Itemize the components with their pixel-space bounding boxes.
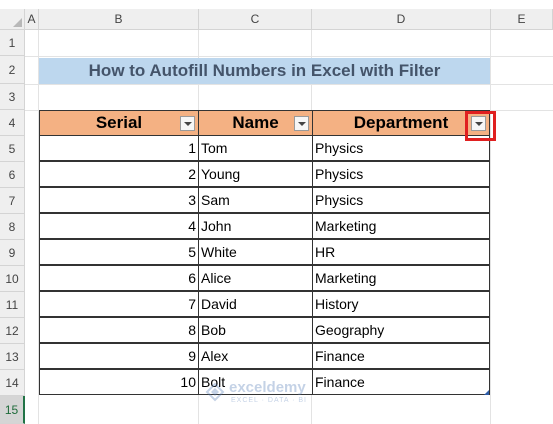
header-name-label: Name bbox=[232, 113, 279, 132]
header-department[interactable]: Department bbox=[312, 110, 490, 136]
header-department-label: Department bbox=[353, 113, 449, 132]
serial-cell[interactable]: 10 bbox=[39, 369, 199, 395]
spreadsheet: A B C D E 1 2 3 4 5 6 7 8 9 10 11 12 13 … bbox=[0, 0, 553, 424]
serial-cell[interactable]: 8 bbox=[39, 317, 199, 343]
row-header-6[interactable]: 6 bbox=[0, 162, 25, 188]
row-header-1[interactable]: 1 bbox=[0, 30, 25, 56]
serial-cell[interactable]: 5 bbox=[39, 239, 199, 265]
exceldemy-logo-icon bbox=[205, 382, 225, 402]
name-cell[interactable]: John bbox=[198, 213, 313, 239]
serial-cell[interactable]: 6 bbox=[39, 265, 199, 291]
table-resize-handle-icon[interactable] bbox=[484, 390, 489, 395]
filter-button-highlight bbox=[465, 111, 496, 141]
department-cell[interactable]: Geography bbox=[312, 317, 490, 343]
watermark-tagline: EXCEL · DATA · BI bbox=[231, 397, 307, 404]
row-header-10[interactable]: 10 bbox=[0, 266, 25, 292]
serial-cell[interactable]: 9 bbox=[39, 343, 199, 369]
serial-cell[interactable]: 2 bbox=[39, 161, 199, 187]
row-header-13[interactable]: 13 bbox=[0, 344, 25, 370]
gridline bbox=[25, 56, 553, 57]
row-header-3[interactable]: 3 bbox=[0, 84, 25, 110]
serial-cell[interactable]: 4 bbox=[39, 213, 199, 239]
header-serial[interactable]: Serial bbox=[39, 110, 199, 136]
header-serial-label: Serial bbox=[95, 113, 143, 132]
filter-dropdown-icon[interactable] bbox=[180, 116, 195, 131]
serial-cell[interactable]: 3 bbox=[39, 187, 199, 213]
gridline bbox=[490, 30, 491, 424]
department-cell[interactable]: History bbox=[312, 291, 490, 317]
serial-cell[interactable]: 1 bbox=[39, 135, 199, 161]
column-header-e[interactable]: E bbox=[491, 9, 553, 30]
name-cell[interactable]: White bbox=[198, 239, 313, 265]
row-header-2[interactable]: 2 bbox=[0, 56, 25, 84]
department-cell[interactable]: Finance bbox=[312, 343, 490, 369]
department-cell[interactable]: Physics bbox=[312, 187, 490, 213]
column-header-b[interactable]: B bbox=[39, 9, 199, 30]
row-header-15[interactable]: 15 bbox=[0, 396, 25, 424]
column-header-a[interactable]: A bbox=[25, 9, 39, 30]
name-cell[interactable]: David bbox=[198, 291, 313, 317]
row-header-8[interactable]: 8 bbox=[0, 214, 25, 240]
row-header-14[interactable]: 14 bbox=[0, 370, 25, 396]
column-header-d[interactable]: D bbox=[312, 9, 491, 30]
column-header-c[interactable]: C bbox=[199, 9, 312, 30]
serial-cell[interactable]: 7 bbox=[39, 291, 199, 317]
row-header-7[interactable]: 7 bbox=[0, 188, 25, 214]
row-header-4[interactable]: 4 bbox=[0, 110, 25, 136]
gridline bbox=[25, 84, 553, 85]
row-header-12[interactable]: 12 bbox=[0, 318, 25, 344]
exceldemy-watermark: exceldemy EXCEL · DATA · BI bbox=[205, 378, 385, 408]
header-name[interactable]: Name bbox=[198, 110, 313, 136]
department-cell[interactable]: HR bbox=[312, 239, 490, 265]
name-cell[interactable]: Young bbox=[198, 161, 313, 187]
department-cell[interactable]: Marketing bbox=[312, 213, 490, 239]
filter-dropdown-icon[interactable] bbox=[294, 116, 309, 131]
row-header-9[interactable]: 9 bbox=[0, 240, 25, 266]
name-cell[interactable]: Bob bbox=[198, 317, 313, 343]
name-cell[interactable]: Sam bbox=[198, 187, 313, 213]
name-cell[interactable]: Alex bbox=[198, 343, 313, 369]
department-cell[interactable]: Physics bbox=[312, 161, 490, 187]
corner-triangle-icon bbox=[13, 18, 22, 27]
department-cell[interactable]: Physics bbox=[312, 135, 490, 161]
watermark-name: exceldemy bbox=[229, 379, 306, 396]
name-cell[interactable]: Alice bbox=[198, 265, 313, 291]
sheet-title[interactable]: How to Autofill Numbers in Excel with Fi… bbox=[39, 58, 490, 84]
name-cell[interactable]: Tom bbox=[198, 135, 313, 161]
row-header-11[interactable]: 11 bbox=[0, 292, 25, 318]
row-header-5[interactable]: 5 bbox=[0, 136, 25, 162]
select-all-corner[interactable] bbox=[0, 9, 25, 30]
department-cell[interactable]: Marketing bbox=[312, 265, 490, 291]
